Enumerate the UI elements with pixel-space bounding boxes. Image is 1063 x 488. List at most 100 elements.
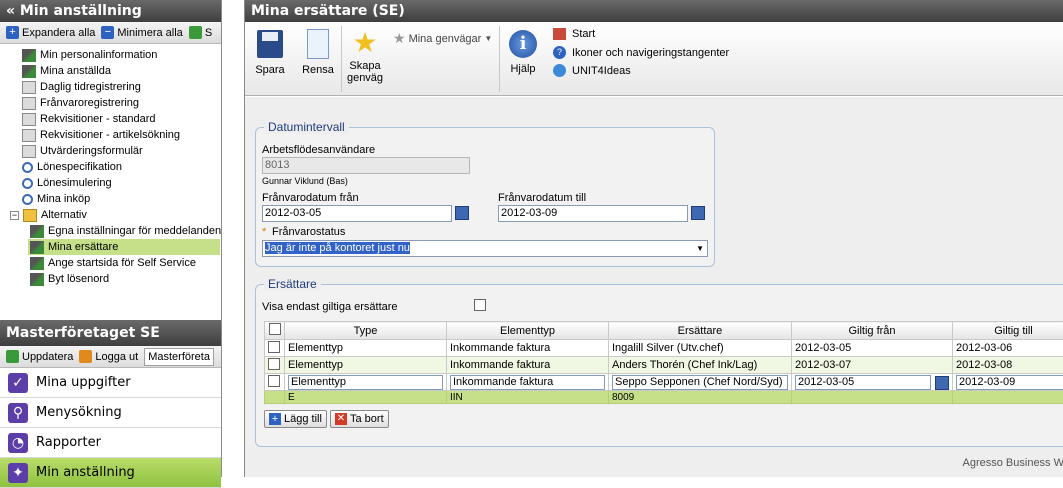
row-checkbox[interactable]: [268, 375, 280, 387]
tree-item-my-substitutes[interactable]: Mina ersättare: [28, 239, 220, 255]
folder-open-icon: [23, 209, 37, 222]
tree-item-absence[interactable]: Frånvaroregistrering: [0, 95, 221, 111]
chevron-down-icon: ▼: [696, 241, 704, 256]
substitute-input[interactable]: Seppo Sepponen (Chef Nord/Syd): [612, 375, 788, 390]
absence-status-select[interactable]: Jag är inte på kontoret just nu ▼: [262, 240, 708, 257]
table-header: Type Elementtyp Ersättare Giltig från Gi…: [265, 322, 1063, 340]
tree-item-evaluation[interactable]: Utvärderingsformulär: [0, 143, 221, 159]
tree-item-employees[interactable]: Mina anställda: [0, 63, 221, 79]
valid-to-input[interactable]: 2012-03-09: [956, 375, 1063, 390]
date-interval-section: Datumintervall Arbetsflödesanvändare 801…: [255, 127, 715, 267]
absence-to-field[interactable]: 2012-03-09: [498, 205, 688, 222]
tree-item-start-page[interactable]: Ange startsida för Self Service: [0, 255, 221, 271]
absence-from-field[interactable]: 2012-03-05: [262, 205, 452, 222]
cell-valid-from[interactable]: 2012-03-05: [792, 374, 953, 391]
column-header-valid-to[interactable]: Giltig till: [953, 322, 1063, 340]
tree-item-requisitions[interactable]: Rekvisitioner - standard: [0, 111, 221, 127]
cell-element-type-code: IIN: [447, 391, 609, 404]
nav-my-tasks[interactable]: ✓Mina uppgifter: [0, 368, 221, 398]
save-button[interactable]: Spara: [255, 28, 285, 76]
company-selector[interactable]: Masterföreta: [144, 348, 214, 366]
form-icon: [22, 129, 36, 142]
cell-valid-to[interactable]: 2012-03-09: [953, 374, 1063, 391]
type-input[interactable]: Elementtyp: [288, 375, 443, 390]
absence-status-label: Frånvarostatus: [272, 226, 345, 238]
cell-type[interactable]: Elementtyp: [285, 374, 447, 391]
tree-item-purchases[interactable]: Mina inköp: [0, 191, 221, 207]
update-button[interactable]: Uppdatera: [6, 350, 73, 363]
absence-status-value: Jag är inte på kontoret just nu: [265, 242, 410, 254]
my-shortcuts-menu[interactable]: ★ Mina genvägar ▼: [393, 30, 492, 47]
minimize-all-label: Minimera alla: [117, 27, 182, 39]
table-row-editing[interactable]: Elementtyp Inkommande faktura Seppo Sepp…: [265, 374, 1063, 391]
tree-folder-alternativ[interactable]: −Alternativ: [0, 207, 221, 223]
nav-my-employment[interactable]: ✦Min anställning: [0, 458, 221, 488]
column-header-element-type[interactable]: Elementtyp: [447, 322, 609, 340]
refresh-icon: [6, 350, 19, 363]
main-panel: Mina ersättare (SE) Spara Rensa ★ Skapa …: [244, 0, 1063, 477]
checkmark-icon: ✓: [8, 373, 28, 393]
table-row[interactable]: Elementtyp Inkommande faktura Anders Tho…: [265, 357, 1063, 374]
help-button[interactable]: i Hjälp: [507, 28, 539, 75]
tree-item-personalinfo[interactable]: Min personalinformation: [0, 47, 221, 63]
ribbon-separator: [341, 26, 342, 92]
substitutes-section: Ersättare Visa endast giltiga ersättare …: [255, 284, 1063, 447]
expand-all-button[interactable]: + Expandera alla: [6, 26, 95, 39]
create-shortcut-button[interactable]: ★ Skapa genväg: [345, 28, 385, 84]
row-select-cell[interactable]: [265, 357, 285, 374]
column-header-substitute[interactable]: Ersättare: [609, 322, 792, 340]
browser-icon: [553, 64, 566, 77]
required-marker: *: [262, 226, 266, 238]
element-type-input[interactable]: Inkommande faktura: [450, 375, 605, 390]
calendar-icon[interactable]: [935, 376, 949, 390]
link-start[interactable]: Start: [553, 28, 595, 40]
form-content: Datumintervall Arbetsflödesanvändare 801…: [245, 97, 1063, 477]
calendar-icon[interactable]: [455, 206, 469, 220]
tree-item-payslip[interactable]: Lönespecifikation: [0, 159, 221, 175]
add-button[interactable]: + Lägg till: [264, 410, 327, 428]
remove-button[interactable]: ✕ Ta bort: [330, 410, 389, 428]
tree-item-timereg[interactable]: Daglig tidregistrering: [0, 79, 221, 95]
show-valid-label: Visa endast giltiga ersättare: [262, 301, 398, 313]
logout-button[interactable]: Logga ut: [79, 350, 138, 363]
show-valid-checkbox[interactable]: [474, 299, 486, 311]
cell-type-code: E: [285, 391, 447, 404]
table-row[interactable]: Elementtyp Inkommande faktura Ingalill S…: [265, 340, 1063, 357]
column-header-valid-from[interactable]: Giltig från: [792, 322, 953, 340]
column-header-type[interactable]: Type: [285, 322, 447, 340]
nav-reports[interactable]: ◔Rapporter: [0, 428, 221, 458]
cell-substitute[interactable]: Seppo Sepponen (Chef Nord/Syd): [609, 374, 792, 391]
collapse-toggle-icon[interactable]: −: [10, 211, 19, 220]
select-all-cell[interactable]: [265, 322, 285, 340]
clear-button[interactable]: Rensa: [301, 28, 335, 76]
tree-item-requisitions-search[interactable]: Rekvisitioner - artikelsökning: [0, 127, 221, 143]
select-all-checkbox[interactable]: [269, 323, 281, 335]
link-unit4ideas[interactable]: UNIT4Ideas: [553, 64, 631, 77]
start-button[interactable]: S: [189, 26, 212, 39]
search-icon: ⚲: [8, 403, 28, 423]
plus-icon: +: [6, 26, 19, 39]
date-interval-legend: Datumintervall: [264, 120, 349, 134]
cell-valid-from: 2012-03-07: [792, 357, 953, 374]
valid-from-input[interactable]: 2012-03-05: [795, 375, 931, 390]
delete-icon: ✕: [335, 413, 347, 425]
calendar-icon[interactable]: [691, 206, 705, 220]
nav-menu-search[interactable]: ⚲Menysökning: [0, 398, 221, 428]
company-panel-title[interactable]: Masterföretaget SE: [0, 320, 221, 346]
tree-item-notification-settings[interactable]: Egna inställningar för meddelanden: [0, 223, 221, 239]
table-row-codes: E IIN 8009: [265, 391, 1063, 404]
link-icons-navigation[interactable]: ? Ikoner och navigeringstangenter: [553, 46, 729, 59]
tree-item-change-password[interactable]: Byt lösenord: [0, 271, 221, 287]
cell-valid-from: 2012-03-05: [792, 340, 953, 357]
row-checkbox[interactable]: [268, 358, 280, 370]
row-select-cell[interactable]: [265, 340, 285, 357]
form-icon: [22, 81, 36, 94]
page-title: Mina ersättare (SE): [245, 0, 1063, 22]
row-checkbox[interactable]: [268, 341, 280, 353]
menu-panel-title[interactable]: « Min anställning: [0, 0, 221, 22]
tools-icon: [30, 257, 44, 270]
minimize-all-button[interactable]: − Minimera alla: [101, 26, 182, 39]
tree-item-salary-sim[interactable]: Lönesimulering: [0, 175, 221, 191]
row-select-cell[interactable]: [265, 374, 285, 391]
cell-element-type[interactable]: Inkommande faktura: [447, 374, 609, 391]
